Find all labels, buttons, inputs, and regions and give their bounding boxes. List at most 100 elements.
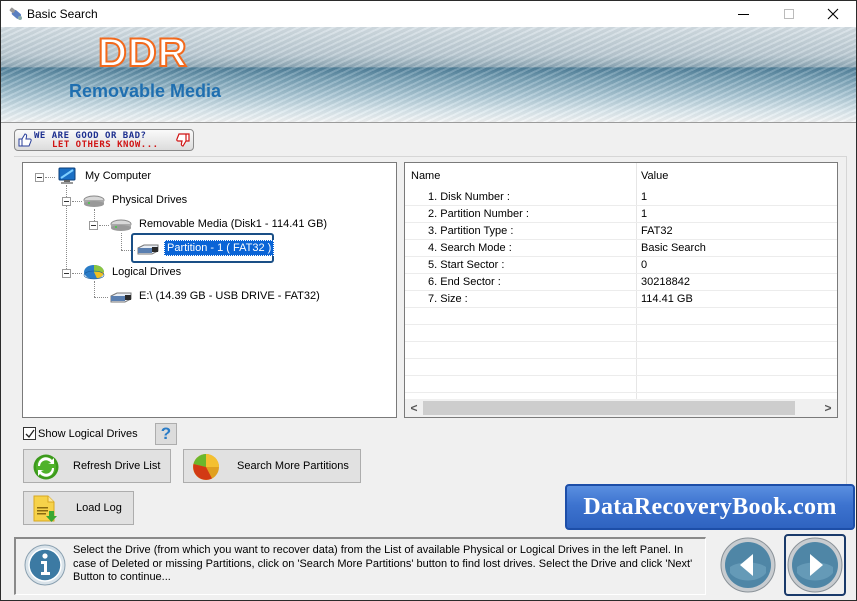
maximize-icon <box>784 9 794 19</box>
button-label: Load Log <box>76 502 122 514</box>
row-name: 7. Size : <box>428 293 468 305</box>
help-button[interactable]: ? <box>155 423 177 445</box>
list-row[interactable]: 6. End Sector : 30218842 <box>405 274 837 291</box>
tree-node-label: Logical Drives <box>112 266 182 278</box>
row-value: 1 <box>641 191 648 203</box>
tree-connector <box>72 201 82 202</box>
thumbs-up-icon <box>18 133 32 147</box>
button-label: Refresh Drive List <box>73 460 161 472</box>
tree-node-logical-drives[interactable]: Logical Drives <box>83 263 183 281</box>
tree-node-label: Removable Media (Disk1 - 114.41 GB) <box>139 218 328 230</box>
horizontal-scrollbar[interactable]: < > <box>405 399 837 417</box>
title-bar: Basic Search <box>1 1 856 27</box>
load-log-button[interactable]: Load Log <box>23 491 134 525</box>
row-value: 114.41 GB <box>641 293 693 305</box>
minimize-button[interactable] <box>720 1 766 27</box>
divider <box>846 156 847 526</box>
row-name: 3. Partition Type : <box>428 225 514 237</box>
info-panel: Select the Drive (from which you want to… <box>14 537 706 595</box>
tree-connector <box>45 177 55 178</box>
window-title: Basic Search <box>27 7 98 21</box>
scrollbar-thumb[interactable] <box>423 401 795 415</box>
tree-connector <box>121 233 122 250</box>
row-value: 0 <box>641 259 648 271</box>
usb-drive-icon <box>110 292 132 303</box>
properties-list[interactable]: Name Value 1. Disk Number : 1 2. Partiti… <box>404 162 838 418</box>
checkbox-label: Show Logical Drives <box>38 427 138 440</box>
tree-connector <box>99 225 109 226</box>
refresh-drive-list-button[interactable]: Refresh Drive List <box>23 449 171 483</box>
row-name: 2. Partition Number : <box>428 208 529 220</box>
header-banner: DDR Removable Media <box>1 27 856 123</box>
hard-drive-icon <box>110 219 132 231</box>
tree-node-physical-drives[interactable]: Physical Drives <box>83 191 189 209</box>
tree-connector <box>72 273 82 274</box>
row-value: Basic Search <box>641 242 706 254</box>
list-header: Name Value <box>405 163 837 189</box>
website-text: DataRecoveryBook.com <box>583 493 837 520</box>
pie-disk-icon <box>83 265 105 280</box>
list-row[interactable]: 1. Disk Number : 1 <box>405 189 837 206</box>
list-row[interactable]: 7. Size : 114.41 GB <box>405 291 837 308</box>
row-name: 6. End Sector : <box>428 276 501 288</box>
close-icon <box>827 8 839 20</box>
checkbox-box[interactable] <box>23 427 36 440</box>
info-icon <box>24 544 66 586</box>
brand-logo: DDR <box>97 30 188 76</box>
button-label: Search More Partitions <box>237 460 349 472</box>
refresh-icon <box>33 454 59 480</box>
thumbs-down-icon <box>176 133 190 147</box>
tree-node-label: Physical Drives <box>112 194 188 206</box>
collapse-toggle[interactable] <box>89 221 98 230</box>
tree-node-drive-e[interactable]: E:\ (14.39 GB - USB DRIVE - FAT32) <box>110 287 322 305</box>
row-value: 30218842 <box>641 276 690 288</box>
checkmark-icon <box>25 429 35 439</box>
minimize-icon <box>737 13 749 15</box>
question-mark-icon: ? <box>160 424 172 443</box>
empty-row <box>405 342 837 359</box>
list-row[interactable]: 2. Partition Number : 1 <box>405 206 837 223</box>
list-row[interactable]: 5. Start Sector : 0 <box>405 257 837 274</box>
close-button[interactable] <box>810 1 856 27</box>
load-log-icon <box>33 495 57 522</box>
computer-icon <box>58 167 76 184</box>
empty-row <box>405 376 837 393</box>
column-header-name[interactable]: Name <box>411 170 440 182</box>
product-name: Removable Media <box>69 81 222 101</box>
row-name: 5. Start Sector : <box>428 259 505 271</box>
back-arrow-icon <box>720 537 776 593</box>
next-button[interactable] <box>784 534 846 596</box>
list-row[interactable]: 4. Search Mode : Basic Search <box>405 240 837 257</box>
collapse-toggle[interactable] <box>62 197 71 206</box>
maximize-button[interactable] <box>766 1 812 27</box>
tree-node-my-computer[interactable]: My Computer <box>56 167 153 185</box>
info-text: Select the Drive (from which you want to… <box>73 544 693 583</box>
back-button[interactable] <box>717 534 779 596</box>
tree-node-label: E:\ (14.39 GB - USB DRIVE - FAT32) <box>139 290 320 302</box>
tree-connector <box>94 297 108 298</box>
column-header-value[interactable]: Value <box>641 170 668 182</box>
tree-node-label: Partition - 1 ( FAT32 ) <box>164 240 275 256</box>
empty-row <box>405 308 837 325</box>
app-icon <box>9 7 22 20</box>
search-more-partitions-button[interactable]: Search More Partitions <box>183 449 361 483</box>
row-name: 1. Disk Number : <box>428 191 510 203</box>
tree-node-label: My Computer <box>85 170 152 182</box>
row-name: 4. Search Mode : <box>428 242 512 254</box>
hard-drive-icon <box>83 195 105 207</box>
app-window: Basic Search DDR Removable Media WE ARE … <box>0 0 857 601</box>
collapse-toggle[interactable] <box>35 173 44 182</box>
website-badge[interactable]: DataRecoveryBook.com <box>565 484 855 530</box>
tree-node-partition-1[interactable]: Partition - 1 ( FAT32 ) <box>137 239 275 257</box>
rate-us-button[interactable]: WE ARE GOOD OR BAD? LET OTHERS KNOW... <box>14 129 194 151</box>
list-row[interactable]: 3. Partition Type : FAT32 <box>405 223 837 240</box>
collapse-toggle[interactable] <box>62 269 71 278</box>
tree-node-removable-media[interactable]: Removable Media (Disk1 - 114.41 GB) <box>110 215 329 233</box>
scroll-right-arrow[interactable]: > <box>819 399 837 417</box>
drive-tree[interactable]: My Computer Physical Drives Removable Me… <box>22 162 397 418</box>
show-logical-drives-checkbox[interactable]: Show Logical Drives <box>23 427 138 440</box>
tree-connector <box>94 281 95 297</box>
scroll-left-arrow[interactable]: < <box>405 399 423 417</box>
empty-row <box>405 325 837 342</box>
empty-row <box>405 359 837 376</box>
